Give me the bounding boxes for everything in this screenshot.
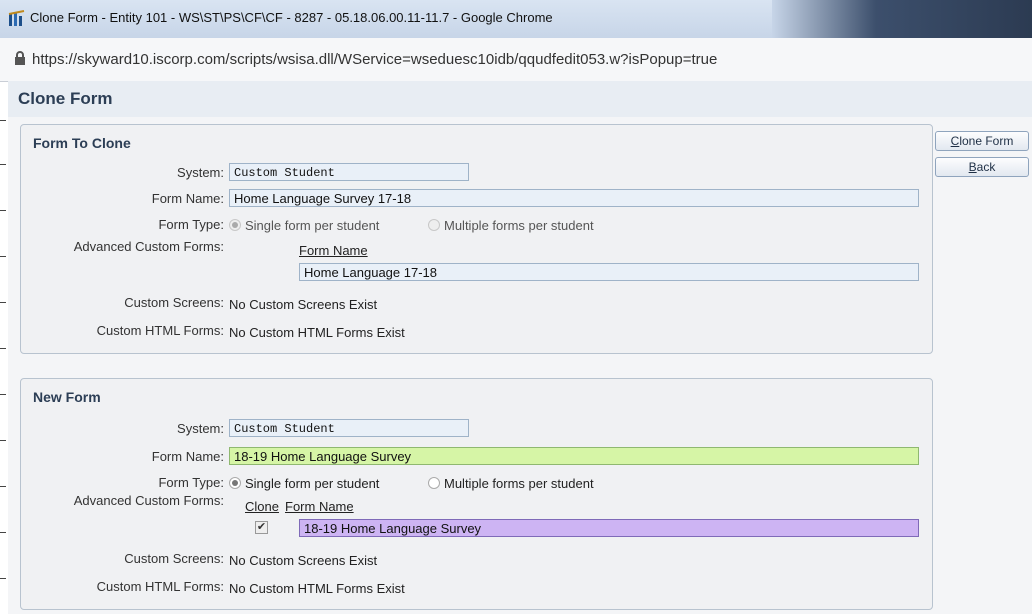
- custom-html-value: No Custom HTML Forms Exist: [229, 325, 405, 340]
- new-form-type-multiple-label[interactable]: Multiple forms per student: [444, 476, 594, 491]
- url-text[interactable]: https://skyward10.iscorp.com/scripts/wsi…: [32, 51, 717, 68]
- form-type-single-label: Single form per student: [245, 218, 380, 233]
- window-title: Clone Form - Entity 101 - WS\ST\PS\CF\CF…: [30, 10, 553, 25]
- content-area: Form To Clone System: Custom Student For…: [8, 117, 1032, 614]
- page-title: Clone Form: [18, 89, 113, 108]
- new-form-name-label: Form Name:: [151, 449, 224, 464]
- custom-html-label: Custom HTML Forms:: [96, 323, 224, 338]
- new-custom-screens-label: Custom Screens:: [124, 551, 224, 566]
- advanced-form-name-field: Home Language 17-18: [299, 263, 919, 281]
- clone-checkbox[interactable]: ✔: [255, 521, 268, 534]
- new-form-name-input[interactable]: 18-19 Home Language Survey: [229, 447, 919, 465]
- new-form-panel: New Form System: Custom Student Form Nam…: [20, 378, 933, 610]
- title-bar-background: [772, 0, 1032, 38]
- form-name-field: Home Language Survey 17-18: [229, 189, 919, 207]
- new-system-label: System:: [177, 421, 224, 436]
- new-advanced-custom-forms-label: Advanced Custom Forms:: [73, 493, 224, 508]
- advanced-col-form-name: Form Name: [299, 243, 368, 258]
- window-title-bar: Clone Form - Entity 101 - WS\ST\PS\CF\CF…: [0, 0, 1032, 39]
- new-form-heading: New Form: [33, 389, 101, 405]
- new-advanced-col-form-name: Form Name: [285, 499, 354, 514]
- form-to-clone-panel: Form To Clone System: Custom Student For…: [20, 124, 933, 354]
- new-custom-screens-value: No Custom Screens Exist: [229, 553, 378, 568]
- lock-icon: [15, 51, 25, 65]
- page-header: Clone Form: [8, 81, 1032, 118]
- advanced-custom-forms-label: Advanced Custom Forms:: [73, 239, 224, 254]
- new-form-type-multiple-radio[interactable]: [428, 477, 440, 489]
- back-button[interactable]: Back: [935, 157, 1029, 177]
- skyward-app-icon: [8, 10, 25, 26]
- back-accel: B: [968, 160, 977, 174]
- address-bar[interactable]: https://skyward10.iscorp.com/scripts/wsi…: [0, 38, 1032, 82]
- form-type-multiple-radio: [428, 219, 440, 231]
- system-field: Custom Student: [229, 163, 469, 181]
- new-custom-html-label: Custom HTML Forms:: [96, 579, 224, 594]
- form-type-single-radio: [229, 219, 241, 231]
- form-to-clone-heading: Form To Clone: [33, 135, 131, 151]
- new-form-type-label: Form Type:: [158, 475, 224, 490]
- new-advanced-form-name-input[interactable]: 18-19 Home Language Survey: [299, 519, 919, 537]
- clone-form-accel: C: [950, 134, 960, 148]
- form-name-label: Form Name:: [151, 191, 224, 206]
- custom-screens-value: No Custom Screens Exist: [229, 297, 378, 312]
- new-custom-html-value: No Custom HTML Forms Exist: [229, 581, 405, 596]
- form-type-label: Form Type:: [158, 217, 224, 232]
- left-edge-strip: [0, 60, 7, 614]
- clone-form-label: lone Form: [959, 134, 1014, 148]
- form-type-multiple-label: Multiple forms per student: [444, 218, 594, 233]
- custom-screens-label: Custom Screens:: [124, 295, 224, 310]
- new-advanced-col-clone: Clone: [245, 499, 279, 514]
- clone-form-button[interactable]: Clone Form: [935, 131, 1029, 151]
- system-label: System:: [177, 165, 224, 180]
- new-form-type-single-label[interactable]: Single form per student: [245, 476, 379, 491]
- back-label: ack: [976, 160, 996, 174]
- new-system-field: Custom Student: [229, 419, 469, 437]
- new-form-type-single-radio[interactable]: [229, 477, 241, 489]
